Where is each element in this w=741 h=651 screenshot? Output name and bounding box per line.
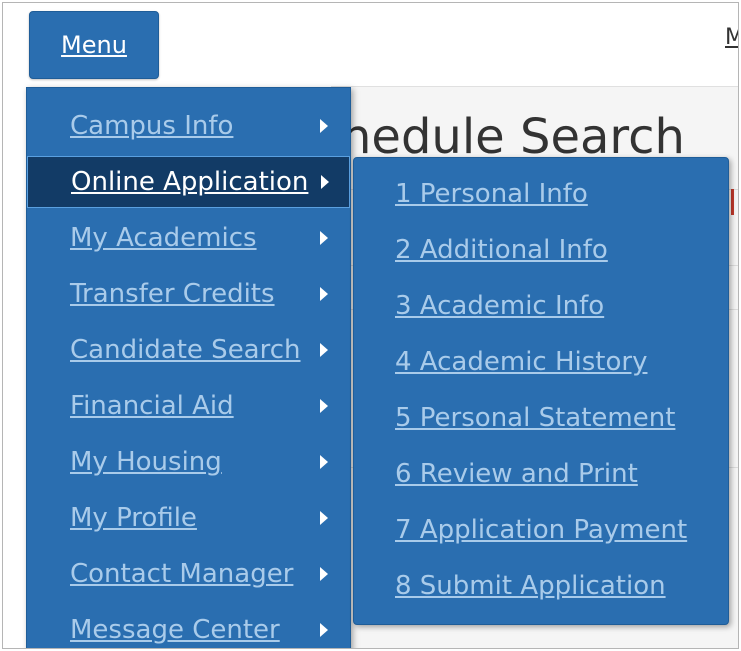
- caret-right-icon: [320, 343, 328, 357]
- submenu-item-personal-statement[interactable]: 5 Personal Statement: [354, 392, 728, 444]
- submenu-item-review-and-print[interactable]: 6 Review and Print: [354, 448, 728, 500]
- submenu-item-label: 6 Review and Print: [395, 459, 638, 489]
- submenu-item-additional-info[interactable]: 2 Additional Info: [354, 224, 728, 276]
- menu-item-my-housing[interactable]: My Housing: [27, 436, 350, 488]
- caret-right-icon: [320, 511, 328, 525]
- online-application-submenu: 1 Personal Info 2 Additional Info 3 Acad…: [353, 157, 729, 625]
- menu-item-my-academics[interactable]: My Academics: [27, 212, 350, 264]
- submenu-item-label: 2 Additional Info: [395, 235, 608, 265]
- caret-right-icon: [320, 399, 328, 413]
- menu-item-label: Campus Info: [70, 111, 234, 141]
- menu-item-label: My Housing: [70, 447, 222, 477]
- menu-item-label: Candidate Search: [70, 335, 301, 365]
- menu-item-financial-aid[interactable]: Financial Aid: [27, 380, 350, 432]
- menu-item-label: My Profile: [70, 503, 197, 533]
- menu-item-label: Transfer Credits: [70, 279, 275, 309]
- menu-item-label: My Academics: [70, 223, 257, 253]
- main-menu: Campus Info Online Application My Academ…: [26, 87, 351, 648]
- submenu-item-label: 1 Personal Info: [395, 179, 588, 209]
- submenu-item-label: 3 Academic Info: [395, 291, 605, 321]
- caret-right-icon: [320, 567, 328, 581]
- submenu-item-label: 4 Academic History: [395, 347, 648, 377]
- menu-item-message-center[interactable]: Message Center: [27, 604, 350, 648]
- submenu-item-personal-info[interactable]: 1 Personal Info: [354, 168, 728, 220]
- caret-right-icon: [320, 455, 328, 469]
- submenu-item-label: 5 Personal Statement: [395, 403, 676, 433]
- background-red-marker: [731, 189, 734, 215]
- caret-right-icon: [320, 287, 328, 301]
- menu-item-transfer-credits[interactable]: Transfer Credits: [27, 268, 350, 320]
- menu-button[interactable]: Menu: [29, 11, 159, 79]
- header-link[interactable]: M: [725, 25, 738, 50]
- page-frame: hedule Search M Menu Campus Info Online …: [2, 2, 739, 649]
- caret-right-icon: [320, 231, 328, 245]
- menu-item-contact-manager[interactable]: Contact Manager: [27, 548, 350, 600]
- menu-item-online-application[interactable]: Online Application: [27, 156, 350, 208]
- caret-right-icon: [320, 623, 328, 637]
- menu-item-label: Financial Aid: [70, 391, 234, 421]
- submenu-item-label: 7 Application Payment: [395, 515, 688, 545]
- caret-right-icon: [320, 119, 328, 133]
- menu-item-candidate-search[interactable]: Candidate Search: [27, 324, 350, 376]
- menu-item-campus-info[interactable]: Campus Info: [27, 100, 350, 152]
- caret-right-icon: [321, 175, 329, 189]
- submenu-item-academic-history[interactable]: 4 Academic History: [354, 336, 728, 388]
- menu-item-label: Contact Manager: [70, 559, 294, 589]
- submenu-item-label: 8 Submit Application: [395, 571, 666, 601]
- menu-item-label: Online Application: [71, 167, 309, 197]
- submenu-item-application-payment[interactable]: 7 Application Payment: [354, 504, 728, 556]
- menu-item-my-profile[interactable]: My Profile: [27, 492, 350, 544]
- menu-item-label: Message Center: [70, 615, 280, 645]
- submenu-item-submit-application[interactable]: 8 Submit Application: [354, 560, 728, 612]
- submenu-item-academic-info[interactable]: 3 Academic Info: [354, 280, 728, 332]
